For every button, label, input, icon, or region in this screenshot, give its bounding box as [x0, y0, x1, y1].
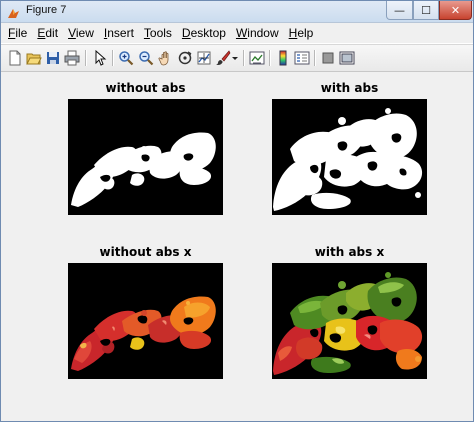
close-button[interactable]: ✕: [439, 1, 472, 20]
menu-insert[interactable]: Insert: [104, 26, 134, 40]
show-plot-tools-icon[interactable]: [338, 49, 355, 66]
rotate-3d-icon[interactable]: [176, 49, 193, 66]
binary-mask-image: [272, 99, 427, 215]
figure-canvas: without abs with abs without abs x with …: [1, 72, 473, 421]
masked-peppers-image: [68, 263, 223, 379]
zoom-in-icon[interactable]: [117, 49, 134, 66]
pointer-icon[interactable]: [91, 49, 108, 66]
matlab-logo-icon: [7, 5, 20, 18]
title-bar[interactable]: Figure 7 — ☐ ✕: [1, 1, 473, 23]
insert-colorbar-icon[interactable]: [274, 49, 291, 66]
new-figure-icon[interactable]: [6, 49, 23, 66]
insert-legend-icon[interactable]: [293, 49, 310, 66]
minimize-button[interactable]: —: [386, 1, 413, 20]
menu-window[interactable]: Window: [236, 26, 279, 40]
image-axes-without-abs-x[interactable]: [68, 263, 223, 379]
menu-edit[interactable]: Edit: [37, 26, 58, 40]
masked-peppers-image: [272, 263, 427, 379]
image-axes-without-abs[interactable]: [68, 99, 223, 215]
menu-desktop[interactable]: Desktop: [182, 26, 226, 40]
menu-help[interactable]: Help: [289, 26, 314, 40]
link-plot-icon[interactable]: [248, 49, 265, 66]
maximize-button[interactable]: ☐: [413, 1, 439, 20]
menu-file[interactable]: File: [8, 26, 27, 40]
brush-dropdown-icon[interactable]: [230, 49, 239, 66]
image-axes-with-abs[interactable]: [272, 99, 427, 215]
subplot-title-with-abs: with abs: [320, 81, 379, 95]
zoom-out-icon[interactable]: [137, 49, 154, 66]
menu-bar: File Edit View Insert Tools Desktop Wind…: [1, 23, 473, 43]
data-cursor-icon[interactable]: [195, 49, 212, 66]
subplot-title-without-abs-x: without abs x: [99, 245, 192, 259]
save-icon[interactable]: [44, 49, 61, 66]
pan-icon[interactable]: [157, 49, 174, 66]
subplot-title-with-abs-x: with abs x: [314, 245, 385, 259]
figure-window: Figure 7 — ☐ ✕ File Edit View Insert Too…: [0, 0, 474, 422]
print-icon[interactable]: [63, 49, 80, 66]
open-file-icon[interactable]: [25, 49, 42, 66]
subplot-title-without-abs: without abs: [105, 81, 186, 95]
figure-toolbar: [1, 44, 473, 72]
menu-tools[interactable]: Tools: [144, 26, 172, 40]
binary-mask-image: [68, 99, 223, 215]
image-axes-with-abs-x[interactable]: [272, 263, 427, 379]
window-title: Figure 7: [26, 4, 67, 16]
menu-view[interactable]: View: [68, 26, 94, 40]
hide-plot-tools-icon[interactable]: [319, 49, 336, 66]
brush-icon[interactable]: [214, 49, 231, 66]
